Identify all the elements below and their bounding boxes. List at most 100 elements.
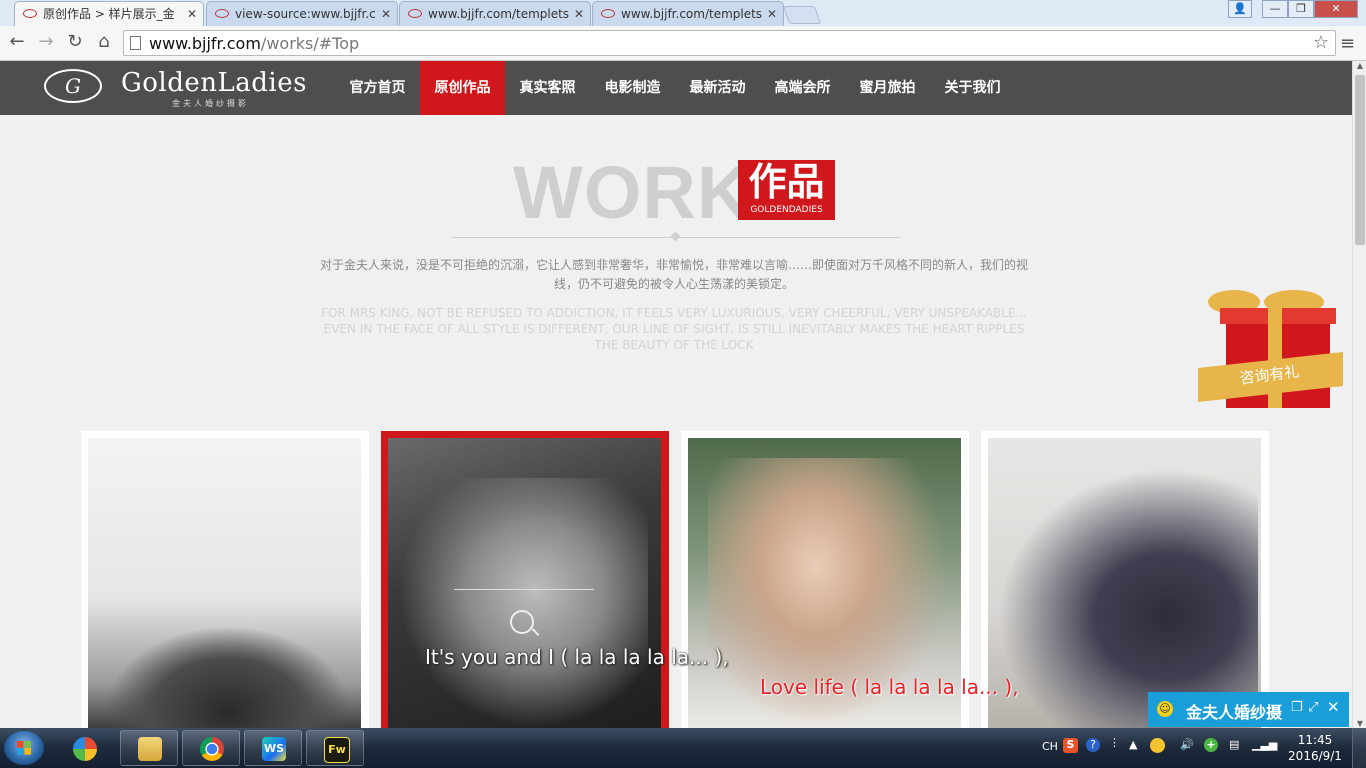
windows-logo-icon — [17, 741, 31, 755]
browser-tab[interactable]: www.bjjfr.com/templets ✕ — [399, 1, 591, 26]
tab-title: www.bjjfr.com/templets — [621, 7, 763, 21]
sogou-input-icon[interactable]: S — [1063, 738, 1078, 753]
works-badge: 作品 GOLDENDADIES — [738, 160, 835, 220]
close-window-button[interactable]: ✕ — [1314, 0, 1358, 18]
work-card[interactable] — [981, 431, 1269, 728]
chat-title[interactable]: 金夫人婚纱摄 — [1186, 699, 1282, 723]
pinwheel-icon — [73, 737, 97, 761]
nav-item-about[interactable]: 关于我们 — [930, 61, 1015, 115]
url-path: /works/#Top — [260, 34, 360, 53]
input-options-icon[interactable]: ⋮ — [1109, 736, 1120, 749]
show-desktop-button[interactable] — [1352, 728, 1366, 768]
webstorm-icon: WS — [262, 737, 286, 761]
magnifier-icon[interactable] — [510, 610, 534, 634]
site-favicon-icon — [601, 9, 615, 18]
address-bar[interactable]: www.bjjfr.com/works/#Top ☆ — [123, 30, 1336, 56]
site-header: G GoldenLadies 金夫人婚纱摄影 官方首页 原创作品 真实客照 电影… — [0, 61, 1352, 115]
taskbar-app-webstorm[interactable]: WS — [244, 730, 302, 766]
reload-icon[interactable]: ↻ — [64, 31, 86, 53]
photo-subject — [398, 478, 648, 728]
tab-close-icon[interactable]: ✕ — [574, 2, 584, 26]
nav-item-client-photos[interactable]: 真实客照 — [505, 61, 590, 115]
input-language[interactable]: CH — [1042, 740, 1058, 753]
close-icon[interactable]: ✕ — [1327, 698, 1340, 716]
chrome-menu-icon[interactable]: ≡ — [1340, 33, 1355, 54]
nav-item-film[interactable]: 电影制造 — [590, 61, 675, 115]
intro-chinese: 对于金夫人来说，没是不可拒绝的沉溺，它让人感到非常奢华，非常愉悦，非常难以言喻…… — [319, 258, 1028, 291]
show-hidden-icons[interactable]: ▲ — [1129, 738, 1137, 751]
work-card[interactable] — [81, 431, 369, 728]
browser-tab-strip: 原创作品 > 样片展示_金 ✕ view-source:www.bjjfr.c … — [0, 0, 1366, 26]
profile-icon[interactable]: 👤 — [1228, 0, 1252, 18]
windows-taskbar: WS Fw CH S ? ⋮ ▲ 🔊 + ▤ ▁▃▅ 11:45 2016/9/… — [0, 728, 1366, 768]
site-favicon-icon — [23, 9, 37, 18]
logo-subtitle: 金夫人婚纱摄影 — [172, 99, 249, 108]
intro-english: FOR MRS KING, NOT BE REFUSED TO ADDICTIO… — [321, 306, 1027, 352]
work-photo[interactable] — [988, 438, 1261, 728]
back-arrow-icon[interactable]: ← — [6, 31, 28, 53]
nav-item-events[interactable]: 最新活动 — [675, 61, 760, 115]
nav-item-honeymoon[interactable]: 蜜月旅拍 — [845, 61, 930, 115]
tab-title: www.bjjfr.com/templets — [428, 7, 570, 21]
logo-text[interactable]: GoldenLadies — [121, 68, 307, 98]
browser-tab[interactable]: view-source:www.bjjfr.c ✕ — [206, 1, 398, 26]
nav-item-works[interactable]: 原创作品 — [420, 61, 505, 115]
taskbar-app-chrome[interactable] — [182, 730, 240, 766]
gift-box-icon[interactable]: 咨询有礼 — [1198, 290, 1343, 412]
taskbar-app-fireworks[interactable]: Fw — [306, 730, 364, 766]
restore-button[interactable]: ❐ — [1288, 0, 1314, 18]
page-icon — [130, 36, 141, 50]
nav-item-home[interactable]: 官方首页 — [335, 61, 420, 115]
minimize-button[interactable]: — — [1262, 0, 1288, 18]
security-icon[interactable]: + — [1204, 738, 1218, 752]
scroll-up-icon[interactable]: ▲ — [1353, 61, 1366, 70]
home-icon[interactable]: ⌂ — [93, 31, 115, 53]
tab-close-icon[interactable]: ✕ — [767, 2, 777, 26]
site-favicon-icon — [215, 9, 229, 18]
help-icon[interactable]: ? — [1086, 738, 1100, 752]
qq-status-icon[interactable] — [1150, 738, 1165, 753]
tab-title: view-source:www.bjjfr.c — [235, 7, 376, 21]
clock-date: 2016/9/1 — [1288, 749, 1342, 763]
new-tab-button[interactable] — [782, 6, 822, 24]
volume-icon[interactable]: 🔊 — [1180, 738, 1194, 751]
url-host: www.bjjfr.com — [149, 34, 261, 53]
tab-close-icon[interactable]: ✕ — [381, 2, 391, 26]
folder-icon — [138, 737, 162, 761]
restore-icon[interactable]: ❐ — [1291, 700, 1303, 715]
chrome-icon — [200, 737, 224, 761]
work-card-highlighted[interactable] — [381, 431, 669, 728]
photo-subject — [108, 628, 348, 728]
hover-line — [454, 589, 594, 590]
scrollbar-thumb[interactable] — [1355, 75, 1365, 245]
expand-icon[interactable]: ⤢ — [1308, 700, 1318, 715]
fireworks-icon: Fw — [324, 737, 350, 763]
works-badge-en: GOLDENDADIES — [750, 205, 823, 215]
work-photo[interactable] — [88, 438, 361, 728]
action-center-icon[interactable]: ▤ — [1229, 738, 1239, 751]
work-photo[interactable] — [388, 438, 661, 728]
lyric-line-1: It's you and I ( la la la la la... ), — [425, 645, 729, 669]
site-favicon-icon — [408, 9, 422, 18]
smile-icon: ☺ — [1157, 701, 1173, 717]
bookmark-star-icon[interactable]: ☆ — [1313, 32, 1329, 53]
taskbar-app-explorer[interactable] — [120, 730, 178, 766]
tab-title: 原创作品 > 样片展示_金 — [43, 7, 175, 21]
nav-item-club[interactable]: 高端会所 — [760, 61, 845, 115]
logo-emblem[interactable]: G — [44, 69, 102, 103]
page-scrollbar[interactable]: ▲ ▼ — [1352, 61, 1366, 728]
tab-close-icon[interactable]: ✕ — [187, 2, 197, 26]
start-button[interactable] — [4, 731, 44, 765]
clock-time: 11:45 — [1297, 733, 1333, 747]
chat-widget[interactable]: ☺ 金夫人婚纱摄 ❐ ⤢ ✕ — [1148, 692, 1349, 727]
system-clock[interactable]: 11:45 2016/9/1 — [1282, 732, 1348, 764]
scroll-down-icon[interactable]: ▼ — [1353, 719, 1366, 728]
forward-arrow-icon[interactable]: → — [35, 31, 57, 53]
works-badge-cn: 作品 — [748, 160, 825, 204]
network-signal-icon[interactable]: ▁▃▅ — [1252, 738, 1277, 751]
browser-tab[interactable]: www.bjjfr.com/templets ✕ — [592, 1, 784, 26]
photo-subject — [998, 468, 1258, 728]
taskbar-app-pinwheel[interactable] — [55, 730, 113, 766]
url-text[interactable]: www.bjjfr.com/works/#Top — [149, 34, 359, 53]
browser-tab-active[interactable]: 原创作品 > 样片展示_金 ✕ — [14, 1, 204, 26]
